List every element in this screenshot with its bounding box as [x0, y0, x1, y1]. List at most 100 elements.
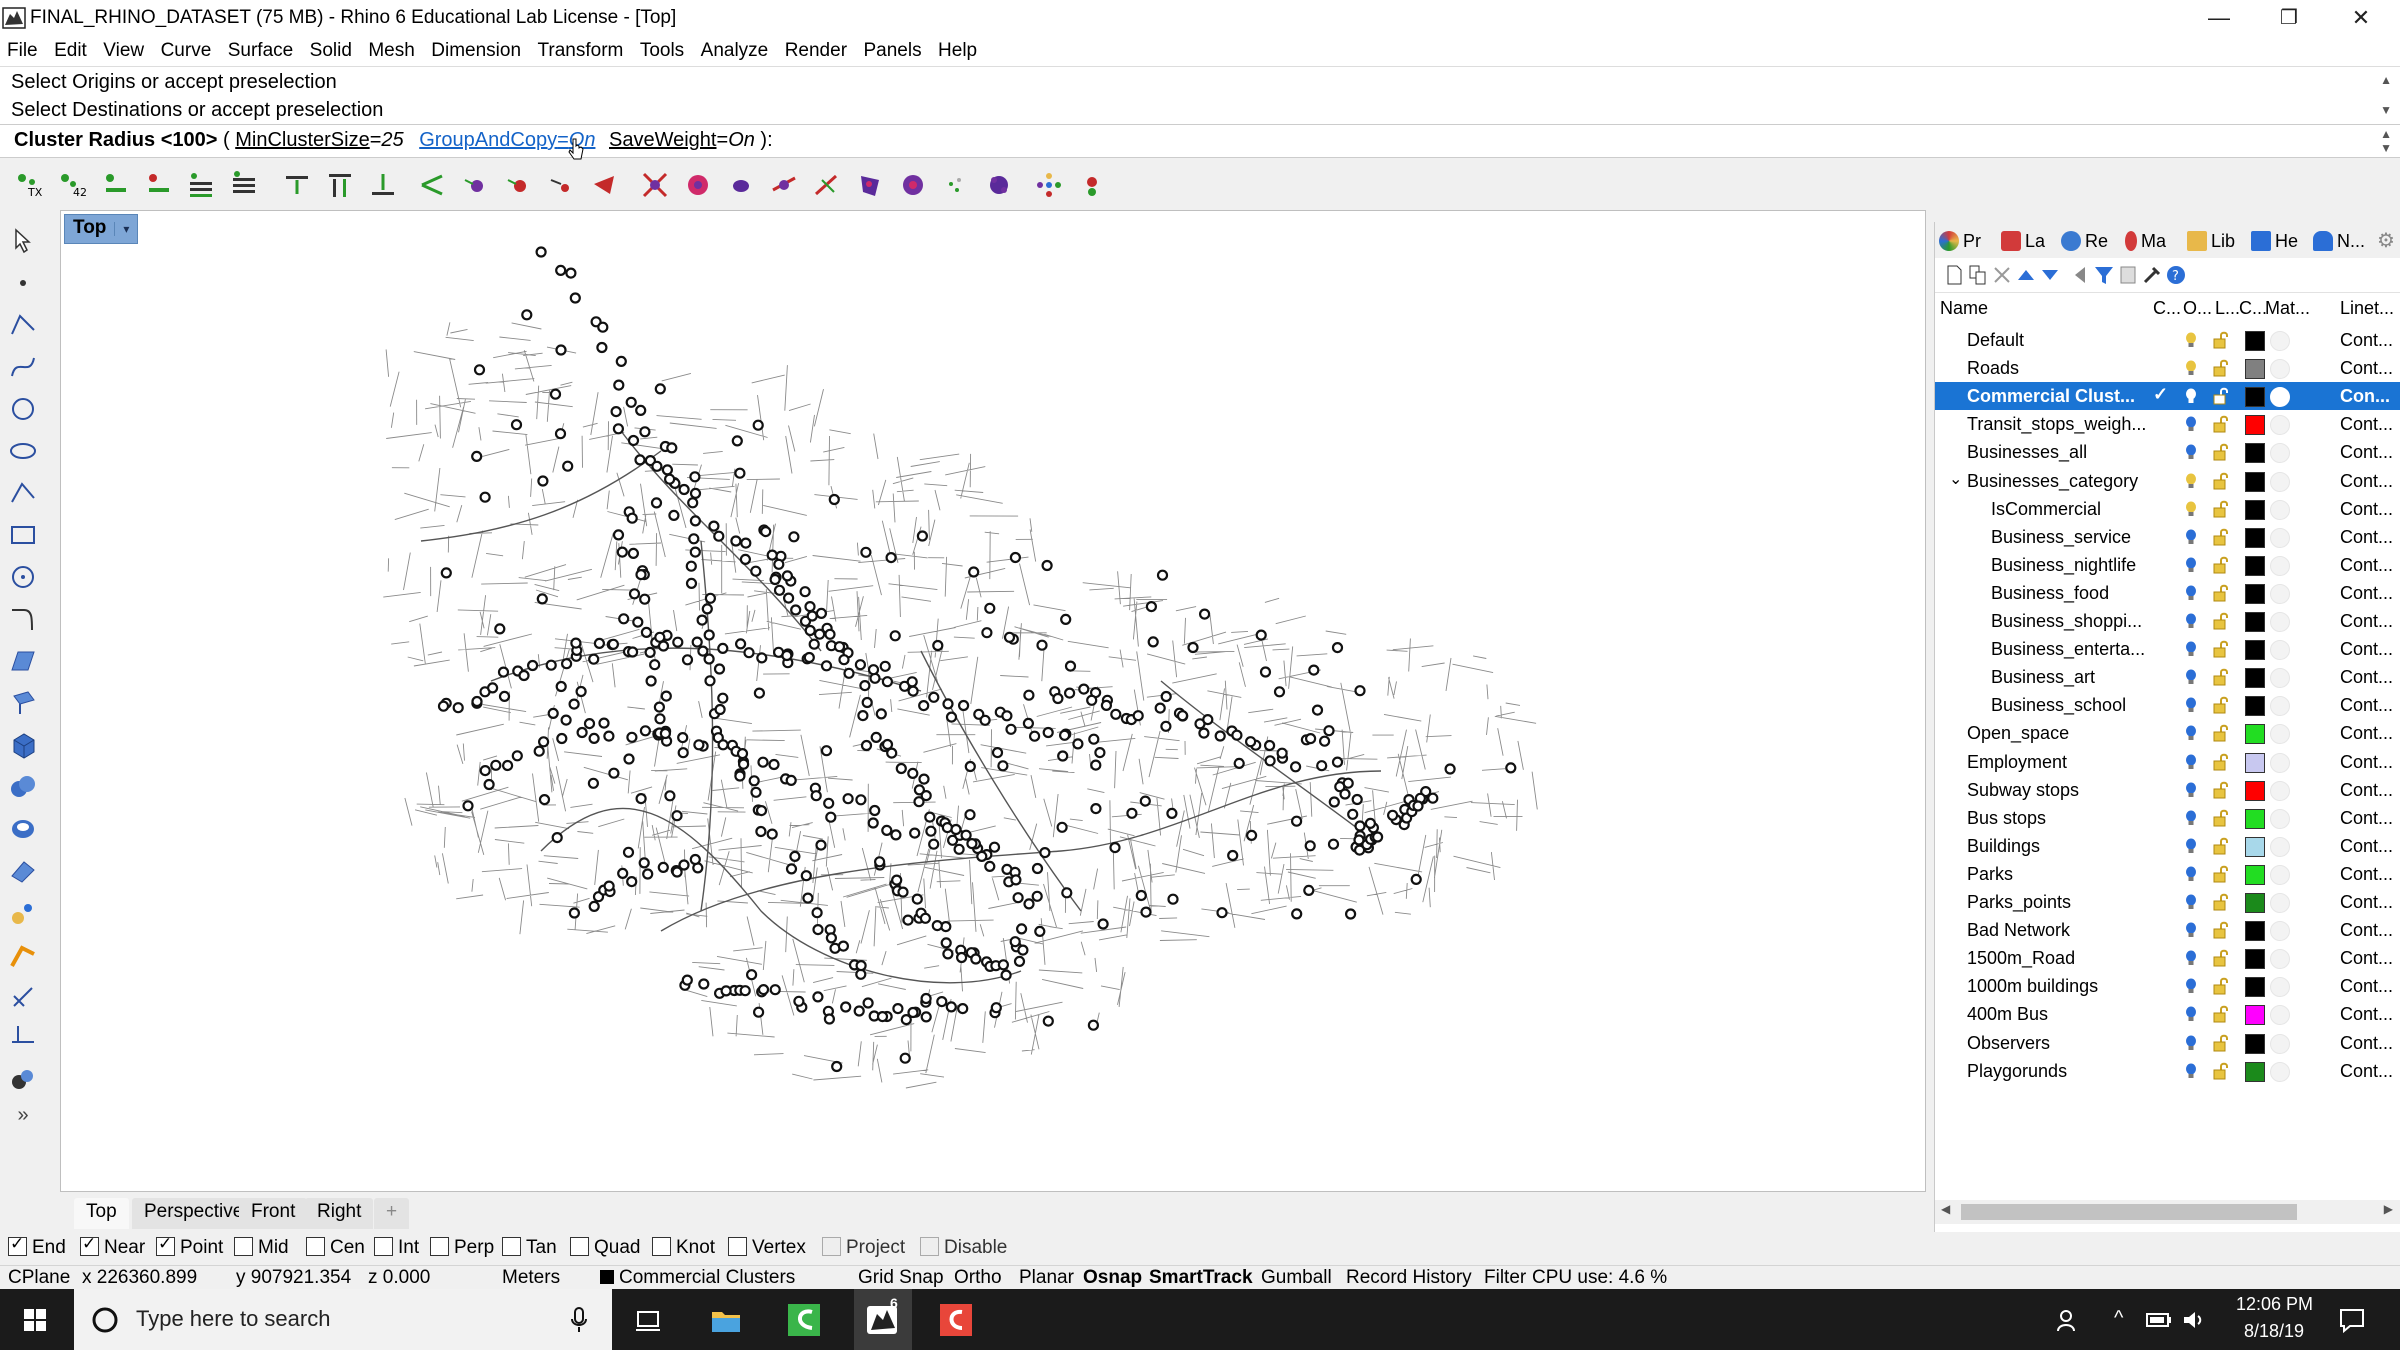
material-swatch[interactable] [2270, 555, 2290, 576]
tool-icon[interactable] [368, 170, 398, 200]
layer-row[interactable]: Default Cont... [1935, 326, 2400, 354]
lightbulb-icon[interactable] [2185, 754, 2197, 770]
layer-color-swatch[interactable] [2245, 331, 2265, 351]
lightbulb-icon[interactable] [2185, 501, 2197, 517]
layer-name[interactable]: Businesses_category [1967, 471, 2138, 492]
layer-linetype[interactable]: Cont... [2340, 920, 2393, 941]
layer-color-swatch[interactable] [2245, 359, 2265, 380]
lightbulb-icon[interactable] [2185, 922, 2197, 938]
layer-linetype[interactable]: Cont... [2340, 780, 2393, 801]
tool-icon[interactable]: TX [14, 170, 44, 200]
tool-icon[interactable] [941, 170, 971, 200]
layer-color-swatch[interactable] [2245, 555, 2265, 576]
unlocked-padlock-icon[interactable] [2213, 1062, 2229, 1080]
tool-icon[interactable] [1034, 170, 1064, 200]
lightbulb-icon[interactable] [2185, 529, 2197, 545]
unlocked-padlock-icon[interactable] [2213, 584, 2229, 602]
clock-date[interactable]: 8/18/19 [2244, 1321, 2304, 1342]
layer-linetype[interactable]: Cont... [2340, 948, 2393, 969]
layer-row[interactable]: Open_space Cont... [1935, 719, 2400, 747]
layer-linetype[interactable]: Cont... [2340, 808, 2393, 829]
lightbulb-icon[interactable] [2185, 473, 2197, 489]
layer-name[interactable]: Business_nightlife [1991, 555, 2136, 576]
lightbulb-icon[interactable] [2185, 810, 2197, 826]
layer-name[interactable]: Bus stops [1967, 808, 2046, 829]
material-swatch[interactable] [2270, 443, 2290, 464]
cplane-label[interactable]: CPlane [8, 1267, 70, 1289]
tab-materials[interactable]: Ma [2125, 226, 2166, 256]
close-button[interactable]: ✕ [2326, 0, 2396, 36]
current-layer[interactable]: Commercial Clusters [600, 1267, 795, 1289]
layer-linetype[interactable]: Cont... [2340, 1033, 2393, 1054]
lightbulb-icon[interactable] [2185, 669, 2197, 685]
layer-row[interactable]: Businesses_all Cont... [1935, 438, 2400, 466]
material-swatch[interactable] [2270, 864, 2290, 885]
material-swatch[interactable] [2270, 387, 2290, 408]
file-explorer-icon[interactable] [706, 1300, 746, 1340]
material-swatch[interactable] [2270, 780, 2290, 801]
lightbulb-icon[interactable] [2185, 360, 2197, 376]
unlocked-padlock-icon[interactable] [2213, 809, 2229, 827]
lightbulb-icon[interactable] [2185, 1063, 2197, 1079]
analyze-icon[interactable] [8, 940, 38, 970]
menu-curve[interactable]: Curve [154, 36, 219, 62]
menu-dimension[interactable]: Dimension [424, 36, 528, 62]
curve-icon[interactable] [8, 352, 38, 382]
layer-color-swatch[interactable] [2245, 1033, 2265, 1054]
layer-linetype[interactable]: Cont... [2340, 330, 2393, 351]
unlocked-padlock-icon[interactable] [2213, 528, 2229, 546]
layer-name[interactable]: Business_shoppi... [1991, 611, 2142, 632]
unlocked-padlock-icon[interactable] [2213, 556, 2229, 574]
tool-icon[interactable] [100, 170, 130, 200]
point-icon[interactable] [8, 268, 38, 298]
layer-row[interactable]: Business_shoppi... Cont... [1935, 607, 2400, 635]
minimize-button[interactable]: — [2184, 0, 2254, 36]
material-swatch[interactable] [2270, 331, 2290, 351]
layer-linetype[interactable]: Cont... [2340, 442, 2393, 463]
layer-color-swatch[interactable] [2245, 443, 2265, 464]
circle-icon[interactable] [8, 394, 38, 424]
material-swatch[interactable] [2270, 1005, 2290, 1026]
layer-name[interactable]: Observers [1967, 1033, 2050, 1054]
delete-layer-icon[interactable] [1991, 264, 2013, 286]
surface-icon[interactable] [8, 646, 38, 676]
layer-color-swatch[interactable] [2245, 921, 2265, 942]
tool-icon[interactable] [984, 170, 1014, 200]
layer-row[interactable]: Observers Cont... [1935, 1029, 2400, 1057]
panel-settings-gear-icon[interactable]: ⚙ [2377, 226, 2395, 256]
checkbox[interactable] [374, 1237, 393, 1256]
lightbulb-icon[interactable] [2185, 388, 2197, 404]
layer-color-swatch[interactable] [2245, 499, 2265, 520]
gumball-toggle[interactable]: Gumball [1261, 1267, 1332, 1289]
layer-name[interactable]: Buildings [1967, 836, 2040, 857]
unlocked-padlock-icon[interactable] [2213, 500, 2229, 518]
lightbulb-icon[interactable] [2185, 950, 2197, 966]
unlocked-padlock-icon[interactable] [2213, 331, 2229, 349]
layer-row[interactable]: 400m Bus Cont... [1935, 1000, 2400, 1028]
layer-name[interactable]: Employment [1967, 752, 2067, 773]
layer-color-swatch[interactable] [2245, 612, 2265, 632]
tool-icon[interactable] [418, 170, 448, 200]
layer-color-swatch[interactable] [2245, 668, 2265, 689]
green-app-icon[interactable] [784, 1300, 824, 1340]
unlocked-padlock-icon[interactable] [2213, 640, 2229, 658]
menu-render[interactable]: Render [778, 36, 854, 62]
menu-view[interactable]: View [96, 36, 151, 62]
smarttrack-toggle[interactable]: SmartTrack [1149, 1267, 1253, 1289]
column-linetype[interactable]: Linet... [2340, 298, 2394, 319]
layer-linetype[interactable]: Cont... [2340, 1061, 2393, 1082]
layer-color-swatch[interactable] [2245, 696, 2265, 717]
extrude-icon[interactable] [8, 688, 38, 718]
layer-linetype[interactable]: Cont... [2340, 611, 2393, 632]
layer-color-swatch[interactable] [2245, 724, 2265, 745]
lightbulb-icon[interactable] [2185, 1035, 2197, 1051]
checkbox[interactable] [156, 1234, 175, 1256]
unlocked-padlock-icon[interactable] [2213, 1034, 2229, 1052]
material-swatch[interactable] [2270, 893, 2290, 913]
move-down-icon[interactable] [2039, 264, 2061, 286]
layer-color-swatch[interactable] [2245, 780, 2265, 801]
select-arrow-icon[interactable] [8, 226, 38, 256]
layer-name[interactable]: Open_space [1967, 723, 2069, 744]
layer-row[interactable]: Business_food Cont... [1935, 579, 2400, 607]
lightbulb-icon[interactable] [2185, 866, 2197, 882]
